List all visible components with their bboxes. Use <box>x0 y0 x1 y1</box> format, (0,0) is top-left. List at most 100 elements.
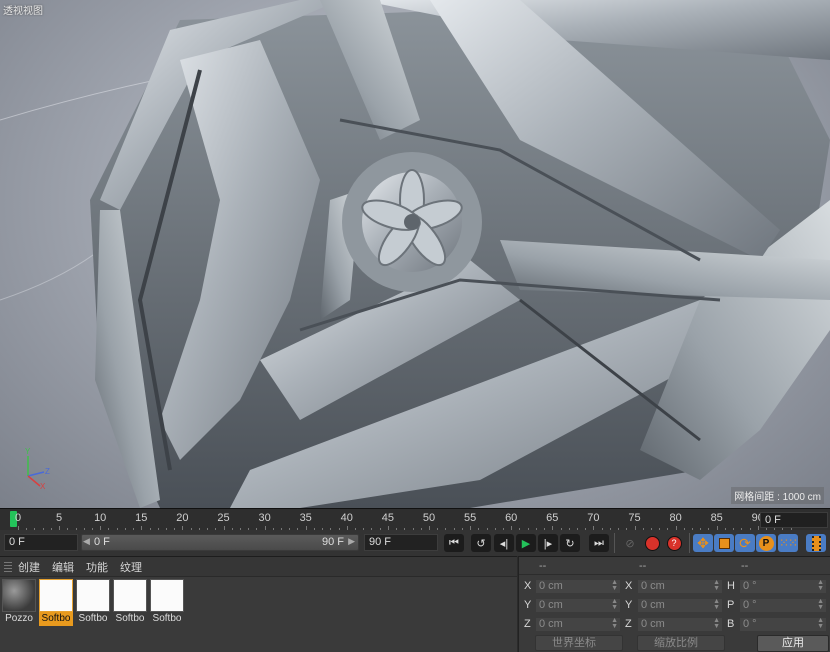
pos-z-label: Z <box>524 618 531 630</box>
axis-x-label: X <box>40 482 46 490</box>
coordinates-panel: -- -- -- X 0 cm ▲ ▼ X 0 cm ▲ ▼ H 0 ° ▲ ▼ Y 0 c… <box>518 556 830 652</box>
rot-h-value: 0 ° <box>743 580 757 592</box>
range-left-arrow-icon[interactable]: ◀ <box>83 536 90 547</box>
material-thumbnail[interactable] <box>150 579 184 612</box>
current-frame-field[interactable]: 0 F <box>760 512 828 528</box>
film-icon[interactable] <box>806 534 826 552</box>
material-thumbnail[interactable] <box>113 579 147 612</box>
rot-p-value: 0 ° <box>743 599 757 611</box>
spinner-icon[interactable]: ▲ ▼ <box>817 579 824 592</box>
scale-icon[interactable] <box>714 534 734 552</box>
material-name: Softbo <box>78 613 108 624</box>
frame-range-slider[interactable]: ◀ 0 F 90 F ▶ <box>81 534 359 551</box>
spinner-icon[interactable]: ▲ ▼ <box>611 617 618 630</box>
transport-separator <box>689 533 690 553</box>
menu-create[interactable]: 创建 <box>18 559 40 575</box>
rot-p-label: P <box>727 599 735 611</box>
size-z-value: 0 cm <box>641 618 665 630</box>
size-x-value: 0 cm <box>641 580 665 592</box>
timeline-tick-label: 55 <box>463 512 477 524</box>
go-end-icon[interactable]: ⏭ <box>589 534 609 552</box>
timeline-ruler[interactable]: 0 5 10 15 20 25 30 35 40 45 50 55 60 65 70 75 80 85 90 0 F <box>0 508 830 531</box>
rot-b-field[interactable]: 0 ° ▲ ▼ <box>739 617 827 632</box>
flower-ornament <box>342 152 482 292</box>
material-name: Softbo <box>152 613 182 624</box>
spinner-icon[interactable]: ▲ ▼ <box>713 617 720 630</box>
go-start-icon[interactable]: ⏮ <box>444 534 464 552</box>
prev-frame-icon[interactable]: ◂| <box>494 534 514 552</box>
timeline-tick-label: 60 <box>505 512 518 524</box>
rendered-ornament-scene <box>0 0 830 508</box>
timeline-tick-label: 65 <box>546 512 559 524</box>
timeline-tick-label: 85 <box>710 512 723 524</box>
rot-b-label: B <box>727 618 735 630</box>
prev-key-icon[interactable]: ↺ <box>471 534 491 552</box>
coordinate-system-dropdown[interactable]: 世界坐标 <box>535 635 623 651</box>
coord-row-1: X 0 cm ▲ ▼ X 0 cm ▲ ▼ H 0 ° ▲ ▼ <box>519 579 830 595</box>
timeline-tick-label: 35 <box>299 512 312 524</box>
timeline-track[interactable]: 0 5 10 15 20 25 30 35 40 45 50 55 60 65 70 75 80 85 90 <box>4 509 792 531</box>
spinner-icon[interactable]: ▲ ▼ <box>611 598 618 611</box>
rotate-icon[interactable]: ⟳ <box>735 534 755 552</box>
pos-y-label: Y <box>524 599 532 611</box>
move-icon[interactable]: ✥ <box>693 534 713 552</box>
coord-row-3: Z 0 cm ▲ ▼ Z 0 cm ▲ ▼ B 0 ° ▲ ▼ <box>519 617 830 633</box>
material-thumbnail[interactable] <box>39 579 73 612</box>
menu-edit[interactable]: 编辑 <box>52 559 74 575</box>
play-icon[interactable]: ▶ <box>516 534 536 552</box>
material-thumbnail[interactable] <box>2 579 36 612</box>
rot-b-value: 0 ° <box>743 618 757 630</box>
grid-points-icon[interactable]: ⁙⁙ <box>778 534 798 552</box>
timeline-tick-label: 25 <box>217 512 230 524</box>
spinner-icon[interactable]: ▲ ▼ <box>611 579 618 592</box>
param-icon[interactable]: P <box>756 534 776 552</box>
pos-y-field[interactable]: 0 cm ▲ ▼ <box>535 598 621 613</box>
size-x-field[interactable]: 0 cm ▲ ▼ <box>637 579 723 594</box>
end-frame-field[interactable]: 90 F <box>364 534 438 551</box>
timeline-tick-label: 80 <box>669 512 682 524</box>
apply-button[interactable]: 应用 <box>757 635 829 652</box>
range-right-arrow-icon[interactable]: ▶ <box>348 536 355 547</box>
pos-x-field[interactable]: 0 cm ▲ ▼ <box>535 579 621 594</box>
next-key-icon[interactable]: ↻ <box>560 534 580 552</box>
perspective-viewport[interactable]: 透视视图 Y Z X 网格间距 : 1000 cm <box>0 0 830 508</box>
grid-spacing-label: 网格间距 : 1000 cm <box>731 487 824 504</box>
viewport-title: 透视视图 <box>3 6 43 17</box>
axis-z-label: Z <box>45 467 50 476</box>
autokey-icon[interactable]: ? <box>664 534 684 552</box>
timeline-tick-label: 15 <box>135 512 148 524</box>
pos-z-field[interactable]: 0 cm ▲ ▼ <box>535 617 621 632</box>
material-name: Pozzo <box>5 613 33 624</box>
size-y-label: Y <box>625 599 633 611</box>
timeline-tick-label: 0 <box>14 512 22 524</box>
material-manager: 创建 编辑 功能 纹理 Pozzo Softbo Softbo Softbo S… <box>0 556 517 652</box>
size-y-field[interactable]: 0 cm ▲ ▼ <box>637 598 723 613</box>
material-item[interactable]: Pozzo <box>2 579 36 626</box>
start-frame-field[interactable]: 0 F <box>4 534 78 551</box>
panel-grip-icon[interactable] <box>4 561 12 572</box>
rot-h-field[interactable]: 0 ° ▲ ▼ <box>739 579 827 594</box>
spinner-icon[interactable]: ▲ ▼ <box>817 598 824 611</box>
material-item-selected[interactable]: Softbo <box>39 579 73 626</box>
rot-p-field[interactable]: 0 ° ▲ ▼ <box>739 598 827 613</box>
menu-function[interactable]: 功能 <box>86 559 108 575</box>
menu-texture[interactable]: 纹理 <box>120 559 142 575</box>
size-z-field[interactable]: 0 cm ▲ ▼ <box>637 617 723 632</box>
material-thumbnail[interactable] <box>76 579 110 612</box>
coordinates-header: -- -- -- <box>519 557 830 575</box>
material-item[interactable]: Softbo <box>76 579 110 626</box>
scale-mode-dropdown[interactable]: 缩放比例 <box>637 635 725 651</box>
record-icon[interactable] <box>642 534 662 552</box>
material-item[interactable]: Softbo <box>150 579 184 626</box>
material-menu-bar: 创建 编辑 功能 纹理 <box>0 557 517 577</box>
spinner-icon[interactable]: ▲ ▼ <box>713 598 720 611</box>
next-frame-icon[interactable]: |▸ <box>538 534 558 552</box>
record-off-icon[interactable]: ⊘ <box>620 534 640 552</box>
material-item[interactable]: Softbo <box>113 579 147 626</box>
spinner-icon[interactable]: ▲ ▼ <box>817 617 824 630</box>
axis-y-label: Y <box>25 447 31 456</box>
spinner-icon[interactable]: ▲ ▼ <box>713 579 720 592</box>
rot-h-label: H <box>727 580 735 592</box>
size-y-value: 0 cm <box>641 599 665 611</box>
rotation-header: -- <box>741 560 749 572</box>
